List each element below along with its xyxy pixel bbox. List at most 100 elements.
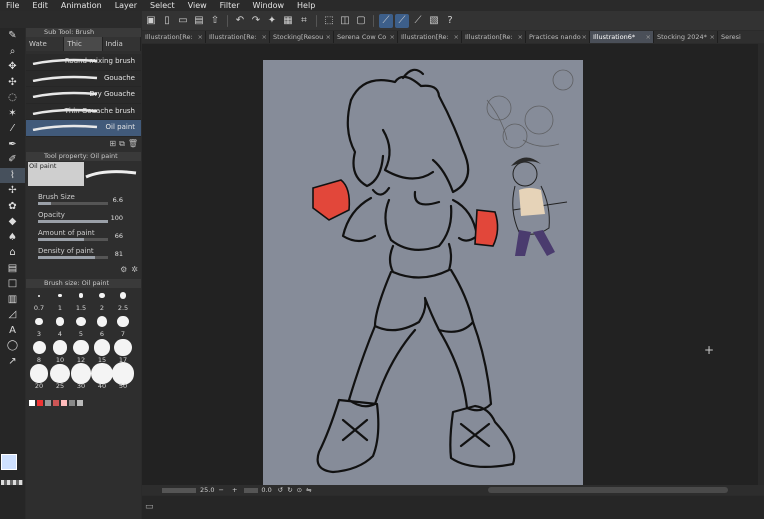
main-color-swatch[interactable] <box>1 454 17 470</box>
eraser-icon[interactable]: ◆ <box>0 214 25 230</box>
snap-special-ruler-icon[interactable]: ⟋ <box>395 13 409 28</box>
history-swatch[interactable] <box>77 399 83 406</box>
pen-icon[interactable]: ✒ <box>0 137 25 153</box>
menu-window[interactable]: Window <box>246 0 291 11</box>
history-swatch[interactable] <box>69 399 75 406</box>
subtool-group-tab[interactable]: Thic <box>64 37 103 51</box>
property-value[interactable]: 66 <box>115 232 123 240</box>
ruler-icon[interactable]: ◿ <box>0 307 25 323</box>
brush-item[interactable]: Oil paint <box>26 120 141 137</box>
brush-size-dot[interactable] <box>76 316 86 327</box>
menu-select[interactable]: Select <box>144 0 182 11</box>
brush-size-dot[interactable] <box>73 339 89 356</box>
canvas-paper[interactable] <box>263 60 583 486</box>
menu-file[interactable]: File <box>0 0 26 11</box>
close-tab-icon[interactable]: × <box>198 31 203 43</box>
lasso-icon[interactable]: ◌ <box>0 90 25 106</box>
history-swatch[interactable] <box>53 399 59 406</box>
new-file-icon[interactable]: ▯ <box>160 14 174 28</box>
subtool-group-tab[interactable]: India <box>103 37 141 51</box>
property-slider[interactable] <box>38 201 108 205</box>
zoom-in-icon[interactable]: + <box>232 486 237 494</box>
zoom-icon[interactable]: ⌕ <box>0 44 25 60</box>
copy-subtool-icon[interactable]: ⧉ <box>119 139 125 149</box>
brush-size-dot[interactable] <box>38 294 40 297</box>
selection-border-icon[interactable]: ▢ <box>354 14 368 28</box>
clear-icon[interactable]: ✦ <box>265 14 279 28</box>
transform-icon[interactable]: ⌗ <box>297 14 311 28</box>
rotate-slider[interactable] <box>244 487 259 493</box>
menu-filter[interactable]: Filter <box>214 0 247 11</box>
text-icon[interactable]: A <box>0 323 25 339</box>
history-swatch[interactable] <box>61 399 67 406</box>
rotate-right-icon[interactable]: ↻ <box>287 486 292 494</box>
rotate-left-icon[interactable]: ↺ <box>278 486 283 494</box>
document-tab[interactable]: Serena Cow Co × <box>334 31 398 43</box>
property-row[interactable]: Opacity 100 <box>26 211 141 229</box>
delete-subtool-icon[interactable]: 🗑 <box>128 139 138 148</box>
add-subtool-icon[interactable]: ⊞ <box>109 139 116 148</box>
menu-animation[interactable]: Animation <box>55 0 109 11</box>
figure-icon[interactable]: □ <box>0 276 25 292</box>
brush-size-dot[interactable] <box>58 293 62 298</box>
balloon-icon[interactable]: ◯ <box>0 338 25 354</box>
brush-size-dot[interactable] <box>29 364 49 383</box>
help-icon[interactable]: ? <box>443 14 457 28</box>
auto-select-icon[interactable]: ✶ <box>0 106 25 122</box>
brush-size-dot[interactable] <box>35 317 43 326</box>
history-swatch[interactable] <box>29 399 35 406</box>
document-tab[interactable]: Illustration[Re: × <box>398 31 462 43</box>
wrench-icon[interactable]: ⚙ <box>120 265 127 277</box>
property-value[interactable]: 100 <box>111 214 123 222</box>
document-tab[interactable]: Illustration6* × <box>590 31 654 43</box>
close-tab-icon[interactable]: × <box>582 31 587 43</box>
close-tab-icon[interactable]: × <box>262 31 267 43</box>
color-icon[interactable] <box>1 454 23 494</box>
document-tab[interactable]: Illustration[Re: × <box>142 31 206 43</box>
zoom-slider[interactable] <box>162 487 196 493</box>
property-value[interactable]: 6.6 <box>113 196 123 204</box>
document-tab[interactable]: Seresi× <box>718 31 764 43</box>
reference-layer-icon[interactable]: ▧ <box>427 14 441 28</box>
document-tab[interactable]: Illustration[Re: × <box>462 31 526 43</box>
navigator-icon[interactable]: ▭ <box>145 502 154 512</box>
horizontal-scrollbar[interactable] <box>488 487 728 493</box>
brush-size-dot[interactable] <box>96 316 108 327</box>
property-value[interactable]: 81 <box>115 250 123 258</box>
gradient-icon[interactable]: ▤ <box>0 261 25 277</box>
brush-size-dot[interactable] <box>114 338 132 357</box>
close-tab-icon[interactable]: × <box>454 31 459 43</box>
brush-size-dot[interactable] <box>93 339 111 356</box>
brush-item[interactable]: Gouache <box>26 70 141 87</box>
brush-size-dot[interactable] <box>52 340 68 355</box>
invert-selection-icon[interactable]: ◫ <box>338 14 352 28</box>
export-icon[interactable]: ⇧ <box>208 14 222 28</box>
zoom-value[interactable]: 25.0 <box>200 486 214 494</box>
snap-ruler-icon[interactable]: ⟋ <box>379 13 393 28</box>
brush-size-dot[interactable] <box>119 292 127 299</box>
menu-layer[interactable]: Layer <box>109 0 144 11</box>
property-row[interactable]: Amount of paint 66 <box>26 229 141 247</box>
blend-icon[interactable]: ♠ <box>0 230 25 246</box>
subtool-group-tab[interactable]: Wate <box>26 37 65 51</box>
paint-brush-icon[interactable]: ⌇ <box>0 167 25 183</box>
app-icon[interactable]: ▣ <box>144 14 158 28</box>
brush-size-dot[interactable] <box>117 315 129 328</box>
property-slider[interactable] <box>38 237 108 241</box>
save-icon[interactable]: ▤ <box>192 14 206 28</box>
settings-icon[interactable]: ✲ <box>131 265 138 277</box>
brush-size-dot[interactable] <box>55 317 65 326</box>
menu-view[interactable]: View <box>182 0 214 11</box>
close-tab-icon[interactable]: × <box>390 31 395 43</box>
document-tab[interactable]: Stocking[Resou × <box>270 31 334 43</box>
fill-icon[interactable]: ⌂ <box>0 245 25 261</box>
menu-help[interactable]: Help <box>291 0 322 11</box>
brush-icon[interactable]: ✎ <box>0 28 25 44</box>
brush-size-dot[interactable] <box>50 363 70 384</box>
transparent-swatch[interactable] <box>1 480 23 485</box>
document-tab[interactable]: Practices nando × <box>526 31 590 43</box>
document-tab[interactable]: Illustration[Re: × <box>206 31 270 43</box>
property-row[interactable]: Density of paint 81 <box>26 247 141 265</box>
snap-grid-icon[interactable]: ⟋ <box>411 14 425 28</box>
zoom-out-icon[interactable]: − <box>218 486 223 494</box>
